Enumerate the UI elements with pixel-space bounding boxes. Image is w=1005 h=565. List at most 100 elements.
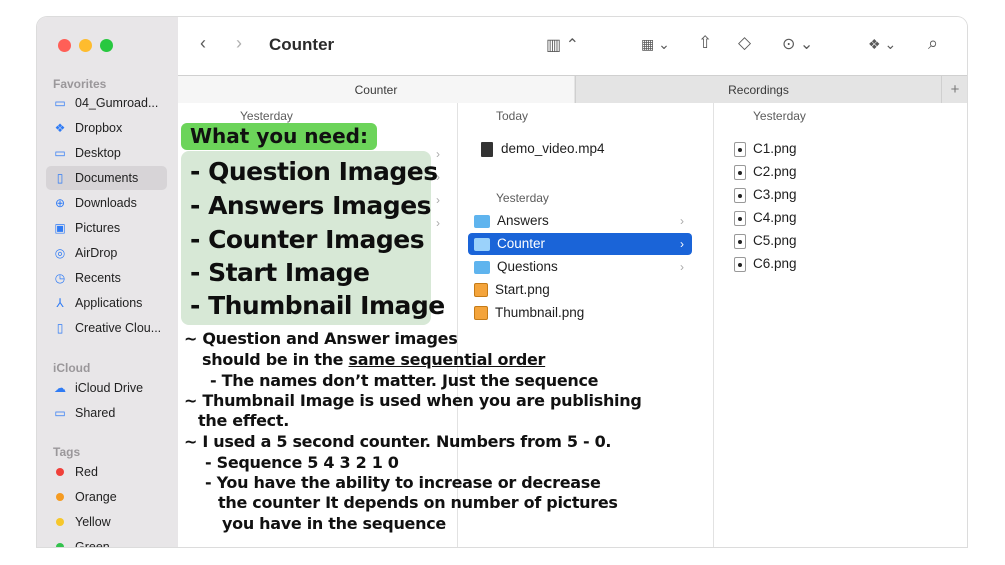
share-icon[interactable]: ⇧ — [698, 33, 712, 53]
sidebar-tag[interactable]: Green — [46, 535, 167, 547]
requirement-item: - Question Images — [190, 157, 438, 186]
folder-row[interactable]: Questions › — [468, 256, 692, 278]
document-icon: ▯ — [56, 171, 64, 185]
more-icon[interactable]: ⊙ ⌄ — [782, 34, 813, 54]
file-name: Start.png — [495, 282, 550, 297]
sidebar-tag[interactable]: Orange — [46, 485, 167, 509]
icloud-header: iCloud — [53, 361, 91, 375]
search-icon[interactable]: ⌕ — [928, 33, 938, 54]
image-file-icon — [474, 306, 488, 320]
tab-recordings[interactable]: Recordings — [575, 76, 941, 104]
note-line: you have in the sequence — [222, 514, 446, 533]
tags-header: Tags — [53, 445, 81, 459]
file-icon — [734, 187, 746, 203]
chevron-right-icon: › — [680, 260, 684, 274]
sidebar-item[interactable]: ▯ Documents — [46, 166, 167, 190]
sidebar-item[interactable]: ⅄ Applications — [46, 291, 167, 315]
note-line: ~ I used a 5 second counter. Numbers fro… — [184, 432, 612, 451]
minimize-button[interactable] — [79, 39, 92, 52]
file-icon — [734, 233, 746, 249]
note-line: - You have the ability to increase or de… — [205, 473, 601, 492]
sidebar-item[interactable]: ◎ AirDrop — [46, 241, 167, 265]
requirements-title: What you need: — [181, 123, 377, 150]
zoom-button[interactable] — [100, 39, 113, 52]
file-name: Answers — [497, 213, 549, 228]
folder-icon: ▭ — [54, 96, 66, 110]
forward-icon[interactable]: › — [236, 33, 242, 54]
pictures-icon: ▣ — [54, 221, 66, 235]
tag-dot-icon — [56, 493, 64, 501]
folder-row[interactable]: Answers › — [468, 210, 692, 232]
folder-row[interactable]: Counter › — [468, 233, 692, 255]
sidebar-tag[interactable]: Red — [46, 460, 167, 484]
sidebar-tag-label: Yellow — [75, 515, 111, 529]
file-row[interactable]: demo_video.mp4 — [481, 138, 705, 160]
note-line: - The names don’t matter. Just the seque… — [210, 371, 599, 390]
shared-folder-icon: ▭ — [54, 406, 66, 420]
note-line: - Sequence 5 4 3 2 1 0 — [205, 453, 399, 472]
sidebar-item[interactable]: ▭ Shared — [46, 401, 167, 425]
sidebar-item[interactable]: ▭ Desktop — [46, 141, 167, 165]
sidebar-item-label: iCloud Drive — [75, 381, 144, 395]
sidebar-item[interactable]: ▯ Creative Clou... — [46, 316, 167, 340]
sidebar-tag-label: Red — [75, 465, 98, 479]
cloud-icon: ☁ — [54, 381, 66, 395]
sidebar-tag[interactable]: Yellow — [46, 510, 167, 534]
file-row[interactable]: C4.png — [734, 207, 954, 229]
note-line: should be in the same sequential order — [202, 350, 546, 369]
column-3: Yesterday C1.png C2.png C3.png C4.png C5.png… — [713, 103, 967, 547]
tab-counter[interactable]: Counter — [178, 76, 574, 104]
new-tab-button[interactable]: + — [941, 76, 967, 104]
requirement-item: - Answers Images — [190, 191, 432, 220]
tag-icon[interactable]: ◇ — [738, 33, 751, 53]
sidebar-item[interactable]: ☁ iCloud Drive — [46, 376, 167, 400]
dropbox-icon: ❖ — [54, 121, 66, 135]
file-row[interactable]: C3.png — [734, 184, 954, 206]
window-title: Counter — [269, 35, 335, 54]
group-icon[interactable]: ▦ ⌄ — [641, 36, 670, 53]
file-row[interactable]: C6.png — [734, 253, 954, 275]
sidebar-item[interactable]: ⊕ Downloads — [46, 191, 167, 215]
sidebar-item-label: 04_Gumroad... — [75, 96, 159, 110]
sidebar-tag-label: Green — [75, 540, 110, 547]
file-name: C6.png — [753, 256, 797, 271]
requirement-item: - Counter Images — [190, 225, 425, 254]
file-row[interactable]: C5.png — [734, 230, 954, 252]
close-button[interactable] — [58, 39, 71, 52]
column-2-header-today: Today — [496, 109, 529, 123]
tag-dot-icon — [56, 468, 64, 476]
folder-icon — [474, 237, 490, 251]
sidebar-item-label: Applications — [75, 296, 143, 310]
finder-window: Favorites ▭ 04_Gumroad... ❖ Dropbox ▭ Desktop… — [37, 17, 967, 547]
file-icon — [734, 141, 746, 157]
file-row[interactable]: Start.png — [468, 279, 692, 301]
file-name: C2.png — [753, 164, 797, 179]
file-row[interactable]: Thumbnail.png — [468, 302, 692, 324]
file-row[interactable]: C1.png — [734, 138, 954, 160]
requirement-item: - Thumbnail Image — [190, 291, 445, 320]
sidebar-tag-label: Orange — [75, 490, 117, 504]
column-3-header: Yesterday — [753, 109, 806, 123]
desktop-icon: ▭ — [54, 146, 66, 160]
back-icon[interactable]: ‹ — [200, 33, 206, 54]
sidebar-item-label: Recents — [75, 271, 121, 285]
file-icon — [734, 210, 746, 226]
view-columns-icon[interactable]: ▥ ⌃ — [546, 35, 579, 55]
airdrop-icon: ◎ — [54, 246, 66, 260]
folder-icon — [474, 214, 490, 228]
sidebar-item-label: Creative Clou... — [75, 321, 162, 335]
file-row[interactable]: C2.png — [734, 161, 954, 183]
note-line: ~ Thumbnail Image is used when you are p… — [184, 391, 642, 410]
sidebar-item[interactable]: ▣ Pictures — [46, 216, 167, 240]
sidebar-item-label: AirDrop — [75, 246, 118, 260]
sidebar-item-label: Shared — [75, 406, 116, 420]
download-icon: ⊕ — [54, 196, 66, 210]
file-icon: ▯ — [56, 321, 64, 335]
file-name: Questions — [497, 259, 558, 274]
tab-bar: Counter Recordings + — [178, 75, 967, 105]
sidebar-item[interactable]: ▭ 04_Gumroad... — [46, 91, 167, 115]
sidebar-item[interactable]: ❖ Dropbox — [46, 116, 167, 140]
sidebar-item[interactable]: ◷ Recents — [46, 266, 167, 290]
file-name: demo_video.mp4 — [501, 141, 605, 156]
dropbox-icon[interactable]: ❖ ⌄ — [868, 36, 896, 53]
